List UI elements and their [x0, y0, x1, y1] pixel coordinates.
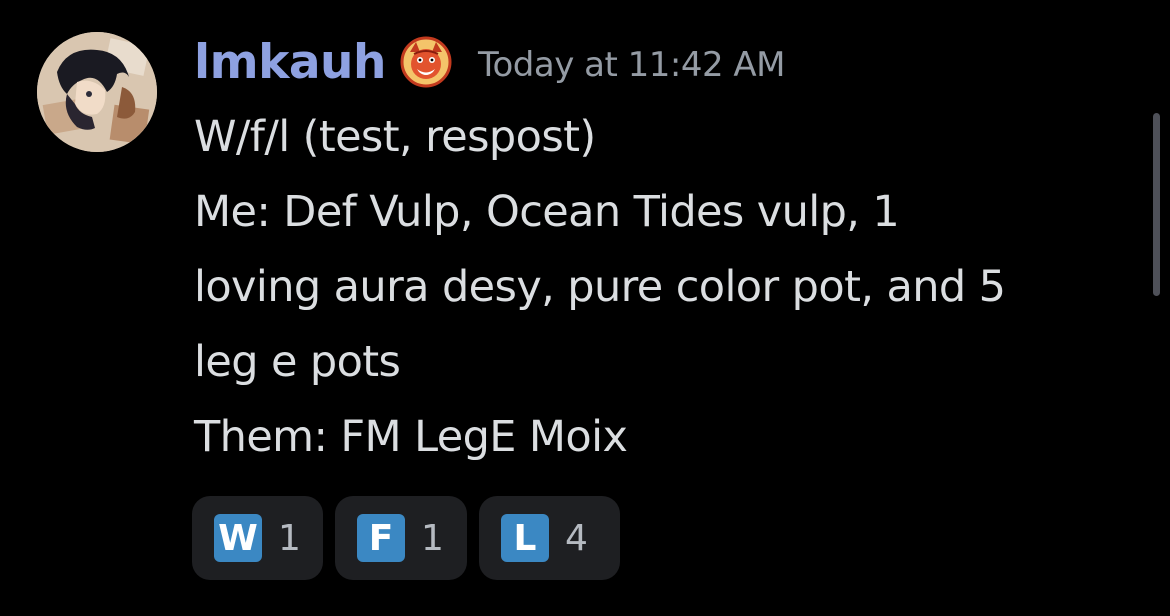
message-line: leg e pots	[194, 337, 401, 387]
message-content: W/f/l (test, respost) Me: Def Vulp, Ocea…	[194, 100, 1129, 475]
username[interactable]: lmkauh	[194, 35, 386, 90]
message-line: loving aura desy, pure color pot, and 5	[194, 262, 1006, 312]
message-line: Them: FM LegE Moix	[194, 412, 628, 462]
reaction-w[interactable]: W 1	[192, 496, 323, 580]
reaction-l[interactable]: L 4	[479, 496, 620, 580]
user-avatar[interactable]	[37, 32, 157, 152]
scrollbar-thumb[interactable]	[1153, 113, 1160, 296]
regional-indicator-w-icon: W	[214, 514, 262, 562]
message-header: lmkauh Today at 11:42 AM	[194, 22, 785, 102]
reaction-count: 1	[278, 517, 301, 559]
message-line: Me: Def Vulp, Ocean Tides vulp, 1	[194, 187, 900, 237]
message-line: W/f/l (test, respost)	[194, 112, 596, 162]
reaction-f[interactable]: F 1	[335, 496, 467, 580]
message-timestamp[interactable]: Today at 11:42 AM	[478, 39, 786, 85]
regional-indicator-l-icon: L	[501, 514, 549, 562]
regional-indicator-f-icon: F	[357, 514, 405, 562]
avatar-image	[37, 32, 157, 152]
reaction-bar: W 1 F 1 L 4	[192, 496, 620, 580]
reaction-count: 1	[421, 517, 444, 559]
demon-mask-icon[interactable]	[400, 36, 452, 88]
reaction-count: 4	[565, 517, 588, 559]
chat-message: lmkauh Today at 11:42 AM W/f/l (test, re…	[0, 0, 1170, 616]
